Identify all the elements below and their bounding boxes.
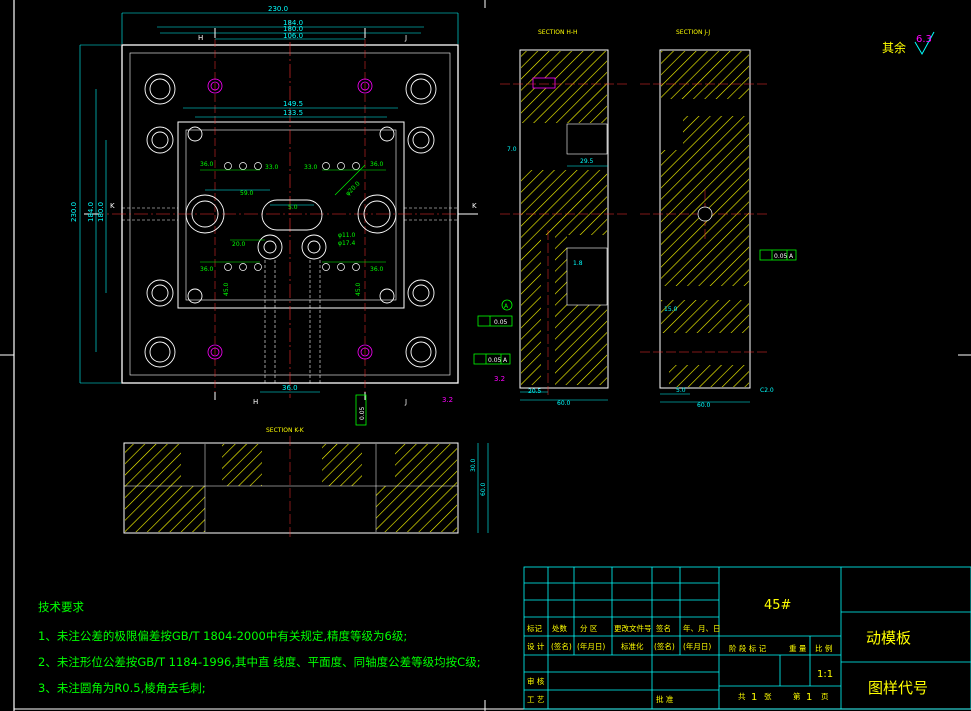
sheet-zhang: 张 [764, 692, 772, 701]
tb-hdr-count: 处数 [552, 623, 567, 633]
marker-k-right: K [472, 202, 477, 210]
dim-dia17: φ17.4 [338, 240, 356, 247]
tb-design: 设 计 [527, 641, 545, 651]
scale-value: 1:1 [817, 669, 833, 680]
dim-45-a: 45.0 [223, 282, 230, 296]
tb-process: 工 艺 [527, 695, 544, 704]
material-label: 45# [764, 598, 791, 613]
dim-106-top: 106.0 [283, 32, 303, 40]
tb-approve: 批 准 [656, 694, 674, 704]
tb-ratio: 比 例 [815, 643, 832, 653]
marker-k-left: K [110, 202, 115, 210]
dim-30: 30.0 [470, 458, 477, 472]
tb-hdr-mark: 标记 [527, 623, 542, 633]
surface-finish-value: 6.3 [916, 34, 932, 45]
dim-7: 7.0 [507, 146, 517, 153]
dim-36-a: 36.0 [200, 161, 214, 168]
tolerance-jj-value: 0.05 [774, 253, 788, 260]
marker-j-bottom: J [404, 398, 407, 406]
dim-15: 15.0 [664, 306, 678, 313]
plan-view [79, 12, 480, 400]
dim-60-jj: 60.0 [697, 402, 711, 409]
dim-36-bottom: 36.0 [282, 384, 298, 392]
dim-36-c: 36.0 [200, 266, 214, 273]
dim-60-hh: 60.0 [557, 400, 571, 407]
svg-text:A: A [503, 357, 508, 364]
sheet-total: 1 [751, 692, 757, 703]
section-hh [500, 49, 630, 401]
sheet-no-label: 第 [793, 691, 801, 701]
dim-36-b: 36.0 [370, 161, 384, 168]
marker-h-bottom: H [253, 398, 258, 406]
tb-standard-sign: (签名) [654, 641, 675, 651]
svg-text:0.05: 0.05 [494, 319, 508, 326]
dim-29-5: 29.5 [580, 158, 594, 165]
tb-hdr-sign: 签名 [656, 623, 671, 633]
section-kk [123, 436, 489, 540]
roughness-3-2-mid: 3.2 [494, 375, 505, 383]
sheet-total-label: 共 [738, 692, 746, 701]
tb-design-date: (年月日) [577, 641, 605, 651]
notes-item-1: 1、未注公差的极限偏差按GB/T 1804-2000中有关规定,精度等级为6级; [38, 629, 407, 643]
roughness-3-2-plan: 3.2 [442, 396, 453, 404]
tb-standard: 标准化 [621, 641, 644, 651]
section-jj [640, 49, 797, 403]
notes-item-3: 3、未注圆角为R0.5,棱角去毛刺; [38, 681, 206, 695]
tb-standard-date: (年月日) [683, 641, 711, 651]
tb-hdr-change: 更改文件号 [614, 623, 652, 633]
dim-33-a: 33.0 [265, 164, 279, 171]
cad-drawing: 230.0 184.0 180.0 106.0 149.5 133.5 230.… [0, 0, 971, 711]
svg-text:0.05: 0.05 [488, 357, 502, 364]
tb-hdr-zone: 分 区 [580, 624, 598, 633]
chamfer-c2: C2.0 [760, 387, 774, 394]
section-jj-title: SECTION J-J [676, 29, 710, 36]
tb-review: 审 核 [527, 676, 545, 686]
dim-60-kk: 60.0 [480, 482, 487, 496]
tb-hdr-date: 年、月、日 [683, 623, 721, 633]
sheet-page: 页 [821, 692, 829, 701]
tb-design-sign: (签名) [551, 641, 572, 651]
dim-230-top: 230.0 [268, 5, 288, 13]
sheet-no: 1 [806, 692, 812, 703]
dim-184-left: 184.0 [87, 202, 95, 222]
tolerance-jj-datum: A [789, 253, 794, 260]
dim-33-b: 33.0 [304, 164, 318, 171]
dim-59: 59.0 [240, 190, 254, 197]
section-kk-title: SECTION K-K [266, 427, 305, 434]
drawing-number: 图样代号 [868, 679, 928, 697]
dim-149: 149.5 [283, 100, 303, 108]
dim-36-d: 36.0 [370, 266, 384, 273]
section-hh-title: SECTION H-H [538, 29, 578, 36]
part-name: 动模板 [866, 629, 911, 647]
marker-h-top: H [198, 34, 203, 42]
dim-5-jj: 5.0 [676, 387, 686, 394]
dim-45-b: 45.0 [355, 282, 362, 296]
dim-1-8: 1.8 [573, 260, 583, 267]
tb-stage: 阶 段 标 记 [729, 643, 767, 653]
dim-dia11: φ11.0 [338, 232, 356, 239]
dim-20: 20.0 [232, 241, 246, 248]
datum-a-callout: A 0.05 0.05 A [473, 299, 513, 365]
surface-finish-label: 其余 [882, 40, 906, 55]
dim-5: 5.0 [288, 204, 298, 211]
dim-20-5: 20.5 [528, 388, 542, 395]
notes-title: 技术要求 [38, 600, 84, 614]
svg-text:0.05: 0.05 [359, 406, 366, 420]
tb-weight: 重 量 [789, 644, 807, 653]
dim-180-left: 180.0 [97, 202, 105, 222]
marker-j-top: J [404, 34, 407, 42]
notes-item-2: 2、未注形位公差按GB/T 1184-1996,其中直 线度、平面度、同轴度公差… [38, 655, 481, 669]
dim-133: 133.5 [283, 109, 303, 117]
svg-text:A: A [504, 303, 509, 310]
dim-230-left: 230.0 [70, 202, 78, 222]
